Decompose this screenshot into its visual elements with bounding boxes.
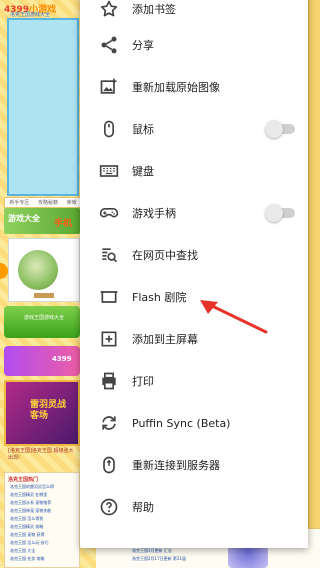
browser-overflow-menu: 添加书签 分享 重新加载原始图像 鼠标 键盘 游戏手柄 在网页中查找 Flash…: [80, 0, 308, 548]
menu-item-label: Puffin Sync (Beta): [132, 416, 231, 430]
menu-item-reload-original-images[interactable]: 重新加载原始图像: [80, 66, 308, 108]
menu-item-print[interactable]: 打印: [80, 360, 308, 402]
poster-caption[interactable]: [洛克王国]洛克王国 超级强大出现!: [8, 448, 78, 462]
article-link[interactable]: 洛克王国神宠 宠物技能: [10, 508, 51, 514]
article-link[interactable]: 洛克王国 宠物 获得: [10, 532, 45, 538]
article-link[interactable]: 洛克王国的雷羽灵怎么得: [10, 484, 54, 490]
game-link[interactable]: 洛克王国游戏大全: [10, 11, 50, 18]
mouse-icon: [98, 118, 120, 140]
article-link[interactable]: 洛克王国 任务 攻略: [10, 556, 45, 562]
menu-item-find-in-page[interactable]: 在网页中查找: [80, 234, 308, 276]
menu-item-label: 分享: [132, 39, 154, 52]
add-box-icon: [98, 328, 120, 350]
menu-item-label: 打印: [132, 375, 154, 388]
menu-item-keyboard[interactable]: 键盘: [80, 150, 308, 192]
game-poster-text: 雷羽灵战客场: [30, 400, 67, 421]
toggle-knob: [265, 204, 283, 222]
strip-tab[interactable]: 攻略秘籍: [38, 199, 58, 206]
menu-item-mouse[interactable]: 鼠标: [80, 108, 308, 150]
page-right-column: [308, 0, 320, 568]
strip-tab[interactable]: 荣耀: [67, 199, 77, 206]
toggle-knob: [265, 120, 283, 138]
menu-item-puffin-sync[interactable]: Puffin Sync (Beta): [80, 402, 308, 444]
article-list-title: 洛克王国热门: [8, 477, 39, 483]
share-icon: [98, 34, 120, 56]
menu-item-label: 在网页中查找: [132, 249, 198, 262]
article-link[interactable]: 洛克王国 大全: [10, 548, 35, 554]
help-icon: [98, 496, 120, 518]
gamepad-toggle-switch[interactable]: [265, 204, 297, 222]
carousel-label: [34, 293, 54, 298]
news-link[interactable]: 洛克王国2月17日更新 第31届: [132, 556, 186, 562]
menu-item-label: Flash 剧院: [132, 291, 187, 304]
flash-theater-icon: [98, 286, 120, 308]
green-promo-text: 游戏王国游戏大全: [24, 315, 65, 321]
strip-tab[interactable]: 新手专区: [9, 199, 29, 206]
annotation-arrow-icon: [200, 300, 268, 334]
green-promo-tab[interactable]: [4, 306, 80, 338]
menu-item-flash-theater[interactable]: Flash 剧院: [80, 276, 308, 318]
article-link[interactable]: 洛克王国水系 宠物推荐: [10, 500, 51, 506]
menu-item-label: 鼠标: [132, 123, 154, 136]
menu-item-label: 帮助: [132, 501, 154, 514]
purple-promo-text: 4399: [52, 355, 72, 363]
menu-item-gamepad[interactable]: 游戏手柄: [80, 192, 308, 234]
gamepad-icon: [98, 202, 120, 224]
menu-item-label: 游戏手柄: [132, 207, 176, 220]
mouse-toggle-switch[interactable]: [265, 120, 297, 138]
menu-item-label: 重新加载原始图像: [132, 81, 220, 94]
star-icon: [98, 0, 120, 20]
reconnect-icon: [98, 454, 120, 476]
menu-item-help[interactable]: 帮助: [80, 486, 308, 528]
article-link[interactable]: 洛克王国精灵 在哪里: [10, 492, 47, 498]
image-reload-icon: [98, 76, 120, 98]
menu-item-label: 重新连接到服务器: [132, 459, 220, 472]
sync-icon: [98, 412, 120, 434]
carousel-prev-arrow[interactable]: [0, 263, 8, 279]
article-link[interactable]: 洛克王国 怎么得到: [10, 516, 43, 522]
article-link[interactable]: 洛克王国 怎么玩 技巧: [10, 540, 49, 546]
page-strip-tabs: 新手专区 攻略秘籍 荣耀: [4, 197, 82, 208]
find-in-page-icon: [98, 244, 120, 266]
keyboard-icon: [98, 160, 120, 182]
menu-item-share[interactable]: 分享: [80, 24, 308, 66]
promo-banner-text: 手机: [54, 219, 73, 229]
game-frame[interactable]: [7, 18, 79, 196]
menu-item-label: 添加到主屏幕: [132, 333, 198, 346]
print-icon: [98, 370, 120, 392]
article-link[interactable]: 洛克王国精灵 攻略: [10, 524, 43, 530]
menu-item-add-to-home-screen[interactable]: 添加到主屏幕: [80, 318, 308, 360]
menu-item-label: 添加书签: [132, 3, 176, 16]
menu-item-reconnect-server[interactable]: 重新连接到服务器: [80, 444, 308, 486]
carousel-image: [18, 250, 58, 290]
news-link[interactable]: 洛克王国2月更新 汇总: [132, 548, 172, 554]
promo-banner-text: 游戏大全: [8, 214, 40, 223]
menu-item-label: 键盘: [132, 165, 154, 178]
